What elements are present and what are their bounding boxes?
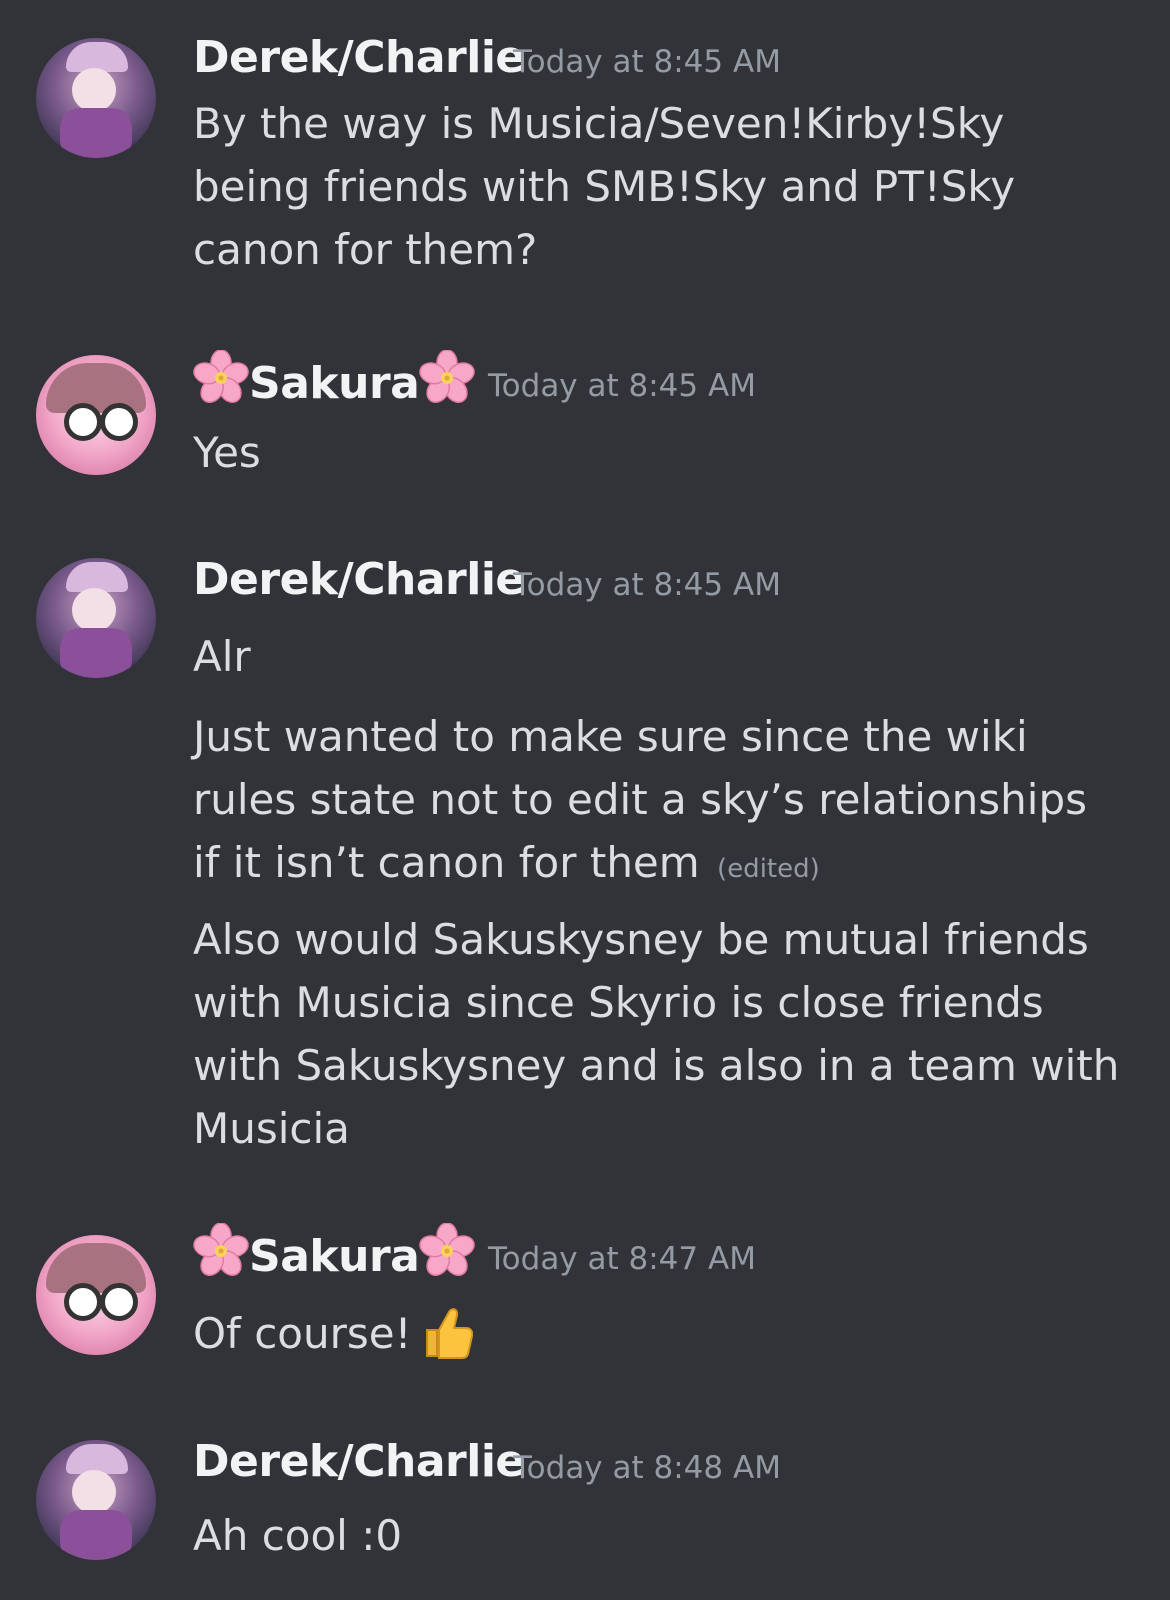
avatar-body [60, 628, 132, 678]
username[interactable]: Derek/Charlie [193, 32, 525, 83]
avatar-face [72, 68, 116, 112]
message-text: Yes [193, 428, 261, 477]
message-text: Just wanted to make sure since the wiki … [193, 712, 1087, 887]
avatar[interactable] [36, 38, 156, 158]
message-text: Alr [193, 632, 251, 681]
cherry-blossom-icon [193, 1223, 249, 1279]
timestamp: Today at 8:45 AM [513, 44, 781, 80]
message-text: By the way is Musicia/Seven!Kirby!Sky be… [193, 99, 1016, 274]
avatar-hair [46, 363, 146, 413]
username[interactable]: Sakura [193, 1223, 476, 1282]
edited-label: (edited) [717, 854, 820, 884]
avatar-face [72, 588, 116, 632]
thumbs-up-icon [426, 1308, 474, 1359]
avatar-body [60, 1510, 132, 1560]
avatar-glasses-left [64, 403, 102, 441]
avatar[interactable] [36, 1235, 156, 1355]
username[interactable]: Sakura [193, 350, 476, 409]
timestamp: Today at 8:48 AM [513, 1450, 781, 1486]
message-text: Ah cool :0 [193, 1511, 403, 1560]
avatar-glasses-left [64, 1283, 102, 1321]
timestamp: Today at 8:47 AM [488, 1241, 756, 1277]
message-text: Of course! [193, 1302, 1123, 1365]
avatar-hair [46, 1243, 146, 1293]
cherry-blossom-icon [419, 350, 476, 406]
avatar[interactable] [36, 355, 156, 475]
username[interactable]: Derek/Charlie [193, 554, 525, 605]
cherry-blossom-icon [193, 350, 249, 406]
avatar-glasses-right [100, 403, 138, 441]
username[interactable]: Derek/Charlie [193, 1436, 525, 1487]
avatar[interactable] [36, 558, 156, 678]
timestamp: Today at 8:45 AM [513, 567, 781, 603]
avatar[interactable] [36, 1440, 156, 1560]
avatar-glasses-right [100, 1283, 138, 1321]
avatar-body [60, 108, 132, 158]
message-text: Also would Sakuskysney be mutual friends… [193, 915, 1120, 1153]
avatar-face [72, 1470, 116, 1514]
cherry-blossom-icon [419, 1223, 476, 1279]
timestamp: Today at 8:45 AM [488, 368, 756, 404]
